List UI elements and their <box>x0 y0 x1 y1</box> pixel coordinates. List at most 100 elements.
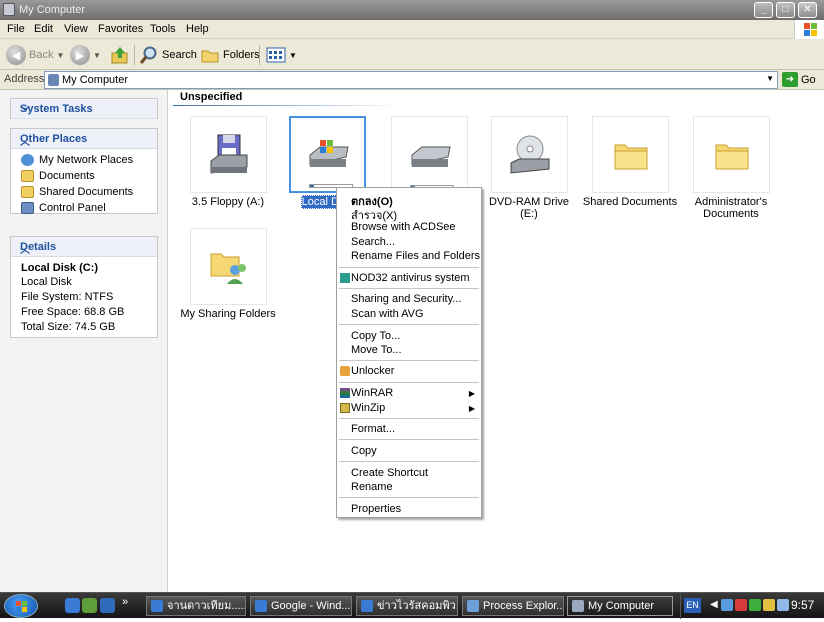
title-bar[interactable]: My Computer _ □ ✕ <box>0 0 824 20</box>
windows-logo-icon <box>16 601 27 612</box>
menu-edit[interactable]: Edit <box>34 23 53 35</box>
toolbar: ◀ Back ▼ ▶ ▼ Search Folders ▼ <box>0 39 824 70</box>
tray-expand-icon[interactable]: ◀ <box>710 599 718 610</box>
back-dropdown-icon[interactable]: ▼ <box>56 51 64 60</box>
clock[interactable]: 9:57 <box>791 598 814 612</box>
address-input[interactable]: My Computer ▼ <box>44 71 778 89</box>
menu-item-rename-files[interactable]: Rename Files and Folders <box>351 250 480 262</box>
window-title: My Computer <box>19 4 86 16</box>
tray-network-icon[interactable] <box>721 599 733 611</box>
folder-icon <box>715 144 748 169</box>
taskbar-button-1[interactable]: จานดาวเทียม...... <box>146 596 246 616</box>
sidebar-item-control-panel[interactable]: Control Panel <box>11 200 157 216</box>
up-folder-button[interactable] <box>110 45 130 65</box>
menu-item-copy-to[interactable]: Copy To... <box>351 330 400 342</box>
details-name: Local Disk (C:) <box>21 262 99 274</box>
address-value: My Computer <box>62 74 129 86</box>
details-header[interactable]: Details ︿ <box>11 237 157 257</box>
menu-item-search[interactable]: Search... <box>351 236 395 248</box>
taskbar: » จานดาวเทียม...... Google - Wind... ข่า… <box>0 592 824 619</box>
menu-separator <box>339 418 479 419</box>
minimize-button[interactable]: _ <box>754 2 773 18</box>
network-globe-icon <box>21 154 34 166</box>
start-button[interactable] <box>4 594 38 618</box>
other-places-header[interactable]: Other Places ︿ <box>11 129 157 149</box>
forward-arrow-icon: ▶ <box>70 45 90 65</box>
quick-launch-overflow-icon[interactable]: » <box>122 596 128 608</box>
control-panel-icon <box>21 202 34 214</box>
menu-item-format[interactable]: Format... <box>351 423 395 435</box>
expand-chevron-icon[interactable]: ﹀ <box>20 103 151 118</box>
menu-item-properties[interactable]: Properties <box>351 503 401 515</box>
menu-item-rename[interactable]: Rename <box>351 481 393 493</box>
sidebar-item-shared-documents[interactable]: Shared Documents <box>11 184 157 200</box>
system-tasks-panel: System Tasks ﹀ <box>10 98 158 119</box>
close-button[interactable]: ✕ <box>798 2 817 18</box>
taskbar-button-2[interactable]: Google - Wind... <box>250 596 352 616</box>
menu-item-scan-avg[interactable]: Scan with AVG <box>351 308 424 320</box>
address-dropdown-icon[interactable]: ▼ <box>766 74 774 83</box>
menu-item-browse-acdsee[interactable]: Browse with ACDSee <box>351 221 456 233</box>
menu-item-nod32[interactable]: NOD32 antivirus system <box>351 272 470 284</box>
collapse-chevron-icon[interactable]: ︿ <box>20 241 151 256</box>
menu-item-winrar[interactable]: WinRAR <box>351 387 393 399</box>
menu-tools[interactable]: Tools <box>150 23 176 35</box>
hard-drive-icon <box>411 146 451 167</box>
forward-button[interactable]: ▶ ▼ <box>70 45 101 65</box>
menu-view[interactable]: View <box>64 23 88 35</box>
toolbar-separator <box>259 45 260 65</box>
taskbar-button-3[interactable]: ข่าวไวรัสคอมพิว... <box>356 596 458 616</box>
taskbar-button-label: ข่าวไวรัสคอมพิว... <box>377 600 458 612</box>
menu-file[interactable]: File <box>7 23 25 35</box>
quick-launch-ie-icon[interactable] <box>65 598 80 613</box>
menu-help[interactable]: Help <box>186 23 209 35</box>
submenu-arrow-icon: ▶ <box>468 389 475 398</box>
back-button[interactable]: ◀ Back ▼ <box>6 45 64 65</box>
file-view[interactable]: Unspecified 3.5 Floppy (A:) Local Disk D… <box>169 90 824 592</box>
maximize-button[interactable]: □ <box>776 2 795 18</box>
tray-antivirus-icon[interactable] <box>735 599 747 611</box>
nod32-icon <box>340 273 350 283</box>
forward-dropdown-icon[interactable]: ▼ <box>93 51 101 60</box>
menu-separator <box>339 439 479 440</box>
folders-icon <box>201 50 219 63</box>
item-thumbnail <box>693 116 770 193</box>
my-computer-icon <box>3 3 15 16</box>
sidebar-item-documents[interactable]: Documents <box>11 168 157 184</box>
item-thumbnail <box>391 116 468 193</box>
language-indicator[interactable]: EN <box>684 598 701 613</box>
menu-item-winzip[interactable]: WinZip <box>351 402 385 414</box>
menu-item-move-to[interactable]: Move To... <box>351 344 402 356</box>
tray-volume-icon[interactable] <box>777 599 789 611</box>
quick-launch-app-icon[interactable] <box>82 598 97 613</box>
go-label: Go <box>801 73 816 86</box>
tray-app-icon[interactable] <box>749 599 761 611</box>
menu-separator <box>339 288 479 289</box>
item-thumbnail <box>190 228 267 305</box>
address-label: Address <box>4 73 45 85</box>
menu-item-copy[interactable]: Copy <box>351 445 377 457</box>
tray-monitor-icon[interactable] <box>763 599 775 611</box>
taskbar-button-label: จานดาวเทียม...... <box>167 600 246 612</box>
menu-item-unlocker[interactable]: Unlocker <box>351 365 394 377</box>
menu-item-create-shortcut[interactable]: Create Shortcut <box>351 467 428 479</box>
search-button[interactable]: Search <box>139 45 197 65</box>
taskbar-button-my-computer[interactable]: My Computer <box>567 596 673 616</box>
menu-item-sharing-security[interactable]: Sharing and Security... <box>351 293 461 305</box>
process-explorer-icon <box>467 600 479 612</box>
item-thumbnail <box>491 116 568 193</box>
views-button[interactable]: ▼ <box>266 45 297 65</box>
folders-button[interactable]: Folders <box>200 45 260 65</box>
go-button[interactable]: ➜ Go <box>782 72 816 87</box>
taskbar-button-4[interactable]: Process Explor... <box>462 596 564 616</box>
quick-launch-browser-icon[interactable] <box>100 598 115 613</box>
system-tasks-header[interactable]: System Tasks ﹀ <box>11 99 157 119</box>
context-menu[interactable]: ตกลง(O) สำรวจ(X) Browse with ACDSee Sear… <box>336 187 482 518</box>
menu-favorites[interactable]: Favorites <box>98 23 143 35</box>
views-dropdown-icon[interactable]: ▼ <box>289 51 297 60</box>
go-arrow-icon: ➜ <box>782 72 798 87</box>
sidebar-item-my-network-places[interactable]: My Network Places <box>11 152 157 168</box>
collapse-chevron-icon[interactable]: ︿ <box>20 133 151 148</box>
menu-separator <box>339 461 479 462</box>
item-thumbnail <box>190 116 267 193</box>
